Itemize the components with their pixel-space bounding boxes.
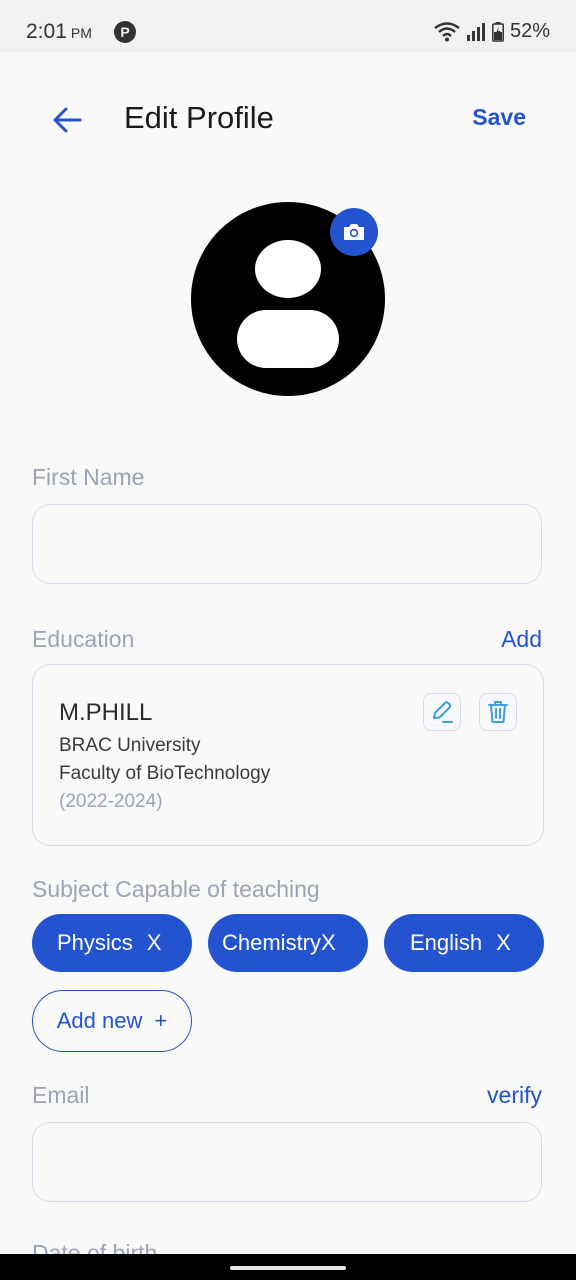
- system-navigation-bar: [0, 1254, 576, 1280]
- status-bar: 2:01 PM P 52%: [0, 0, 576, 52]
- home-gesture-handle[interactable]: [230, 1266, 346, 1270]
- plus-icon: +: [154, 1008, 168, 1033]
- pencil-icon: [433, 701, 453, 723]
- remove-subject-button[interactable]: X: [147, 930, 162, 956]
- subject-chip-english[interactable]: English X: [384, 914, 544, 972]
- trash-icon: [488, 701, 508, 723]
- arrow-left-icon: [53, 107, 82, 133]
- education-label: Education: [32, 626, 135, 652]
- subject-chip-label: English: [410, 930, 483, 955]
- notification-app-icon: P: [114, 21, 136, 43]
- subject-chip-label: Chemistry: [222, 930, 322, 955]
- camera-icon: [344, 224, 364, 240]
- remove-subject-button[interactable]: X: [496, 930, 511, 956]
- subject-chip-label: Physics: [57, 930, 133, 955]
- avatar-head-shape: [255, 240, 321, 298]
- page-title: Edit Profile: [124, 100, 274, 135]
- subject-chip-physics[interactable]: Physics X: [32, 914, 192, 972]
- add-subject-button[interactable]: Add new +: [32, 990, 192, 1052]
- email-field[interactable]: [32, 1122, 542, 1202]
- signal-icon: [466, 22, 485, 41]
- add-subject-label: Add new: [56, 1008, 143, 1033]
- battery-percent: 52%: [509, 20, 550, 42]
- delete-education-button[interactable]: [479, 693, 517, 731]
- status-time: 2:01 PM: [26, 20, 92, 44]
- education-card: M.PHILL BRAC University Faculty of BioTe…: [32, 664, 544, 846]
- avatar-body-shape: [237, 310, 339, 368]
- wifi-icon: [434, 21, 460, 41]
- battery-icon: [492, 21, 504, 42]
- education-faculty: Faculty of BioTechnology: [59, 763, 271, 784]
- status-time-ampm: PM: [70, 25, 92, 41]
- status-indicators: 52%: [434, 20, 550, 43]
- remove-subject-button[interactable]: X: [321, 930, 336, 956]
- email-input[interactable]: [33, 1123, 541, 1201]
- edit-education-button[interactable]: [423, 693, 461, 731]
- subjects-label: Subject Capable of teaching: [32, 876, 320, 902]
- email-label: Email: [32, 1082, 90, 1108]
- education-degree: M.PHILL: [59, 699, 153, 726]
- back-button[interactable]: [48, 100, 88, 140]
- education-school: BRAC University: [59, 735, 201, 756]
- save-button[interactable]: Save: [472, 104, 526, 131]
- change-photo-button[interactable]: [330, 208, 378, 256]
- education-years: (2022-2024): [59, 791, 163, 812]
- verify-email-link[interactable]: verify: [487, 1082, 542, 1109]
- first-name-field[interactable]: [32, 504, 542, 584]
- first-name-label: First Name: [32, 464, 145, 490]
- status-time-value: 2:01: [26, 20, 67, 43]
- subject-chip-chemistry[interactable]: Chemistry X: [208, 914, 368, 972]
- add-education-link[interactable]: Add: [501, 626, 542, 653]
- profile-avatar[interactable]: [191, 202, 385, 396]
- first-name-input[interactable]: [33, 505, 541, 583]
